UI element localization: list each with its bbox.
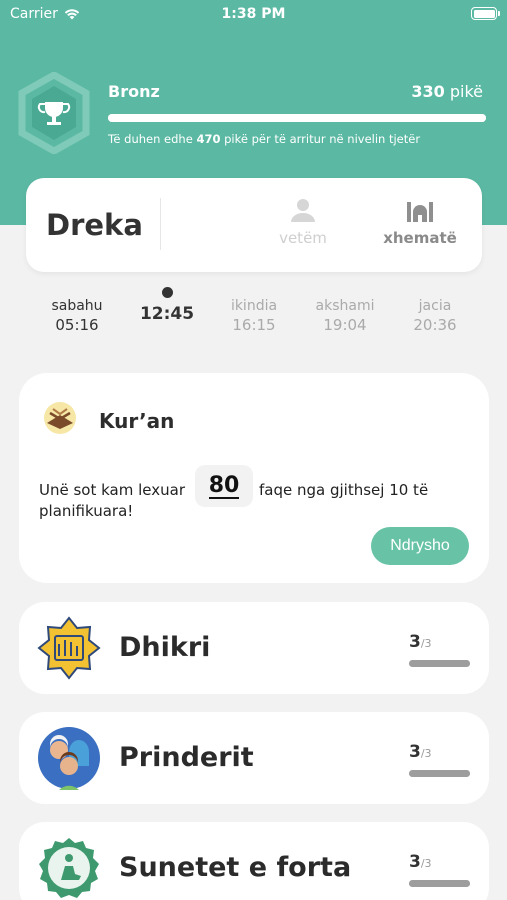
current-indicator-dot (161, 287, 173, 298)
level-points-unit: pikë (449, 82, 483, 101)
prayer-time-value: 19:04 (323, 316, 367, 334)
level-note-points: 470 (196, 132, 221, 146)
prayer-time-value: 20:36 (413, 316, 457, 334)
activity-card-prinderit[interactable]: Prinderit 3/3 (19, 712, 489, 804)
activity-card-dhikri[interactable]: Dhikri 3/3 (19, 602, 489, 694)
activity-progress-bar (409, 770, 470, 777)
prayer-time-sabahu[interactable]: sabahu 05:16 (32, 284, 122, 334)
prayer-time-name: akshami (315, 298, 375, 314)
mode-alone-label: vetëm (279, 229, 327, 247)
level-points: 330 pikë (411, 82, 483, 101)
activity-score: 3/3 (409, 852, 432, 872)
quran-text-before: Unë sot kam lexuar (39, 481, 185, 499)
level-points-value: 330 (411, 82, 445, 101)
activity-score-total: /3 (420, 857, 432, 870)
quran-text-after: faqe nga gjithsej 10 të (259, 481, 429, 499)
level-name: Bronz (108, 82, 160, 101)
mode-congregation-button[interactable]: xhematë (380, 198, 460, 247)
activity-progress-fill (409, 660, 470, 667)
change-button[interactable]: Ndrysho (371, 527, 469, 565)
divider (160, 198, 161, 250)
quran-icon (44, 402, 76, 434)
prayer-time-akshami[interactable]: akshami 19:04 (300, 284, 390, 334)
mode-alone-button[interactable]: vetëm (270, 198, 336, 247)
activity-score-value: 3 (409, 852, 421, 872)
level-progress-fill (108, 114, 486, 122)
activity-score-value: 3 (409, 632, 421, 652)
battery-icon (471, 7, 500, 20)
prayer-time-name: jacia (418, 298, 452, 314)
prayer-time-value: 12:45 (139, 304, 195, 324)
prayer-times: sabahu 05:16 12:45 ikindia 16:15 akshami… (0, 284, 507, 340)
activity-progress-fill (409, 880, 470, 887)
status-bar: Carrier 1:38 PM (0, 0, 507, 30)
quran-text-line2: planifikuara! (39, 502, 134, 520)
mode-congregation-label: xhematë (383, 229, 457, 247)
activity-score-value: 3 (409, 742, 421, 762)
sunnah-icon (39, 838, 99, 898)
activity-title: Prinderit (119, 742, 254, 773)
mosque-icon (407, 202, 433, 222)
activity-progress-bar (409, 660, 470, 667)
level-note-suffix: pikë për të arritur në nivelin tjetër (224, 132, 421, 146)
pages-read-value: 80 (208, 473, 240, 499)
level-note: Të duhen edhe 470 pikë për të arritur në… (108, 132, 420, 146)
activity-progress-bar (409, 880, 470, 887)
prayer-time-name: sabahu (51, 298, 103, 314)
activity-score-total: /3 (420, 747, 432, 760)
prayer-time-ikindia[interactable]: ikindia 16:15 (209, 284, 299, 334)
activity-title: Sunetet e forta (119, 852, 352, 883)
activity-score-total: /3 (420, 637, 432, 650)
activity-progress-fill (409, 770, 470, 777)
prayer-time-value: 05:16 (55, 316, 99, 334)
current-prayer-name: Dreka (46, 208, 143, 242)
level-progress-bar (108, 114, 486, 122)
activity-card-sunetet[interactable]: Sunetet e forta 3/3 (19, 822, 489, 900)
prayer-time-jacia[interactable]: jacia 20:36 (390, 284, 480, 334)
activity-title: Dhikri (119, 632, 211, 663)
pages-read-input[interactable]: 80 (195, 465, 253, 507)
person-icon (291, 199, 315, 222)
activity-score: 3/3 (409, 742, 432, 762)
quran-card: Kur’an Unë sot kam lexuar 80 faqe nga gj… (19, 373, 489, 583)
trophy-badge-icon (18, 72, 90, 154)
prayer-time-current[interactable]: 12:45 (122, 284, 212, 324)
prayer-card: Dreka vetëm xhematë (26, 178, 482, 272)
level-note-prefix: Të duhen edhe (108, 132, 193, 146)
status-time: 1:38 PM (221, 6, 286, 22)
activity-score: 3/3 (409, 632, 432, 652)
prayer-time-value: 16:15 (232, 316, 276, 334)
prayer-time-name: ikindia (230, 298, 278, 314)
dhikr-icon (37, 616, 101, 680)
quran-title: Kur’an (99, 409, 175, 433)
parents-icon (38, 727, 100, 790)
